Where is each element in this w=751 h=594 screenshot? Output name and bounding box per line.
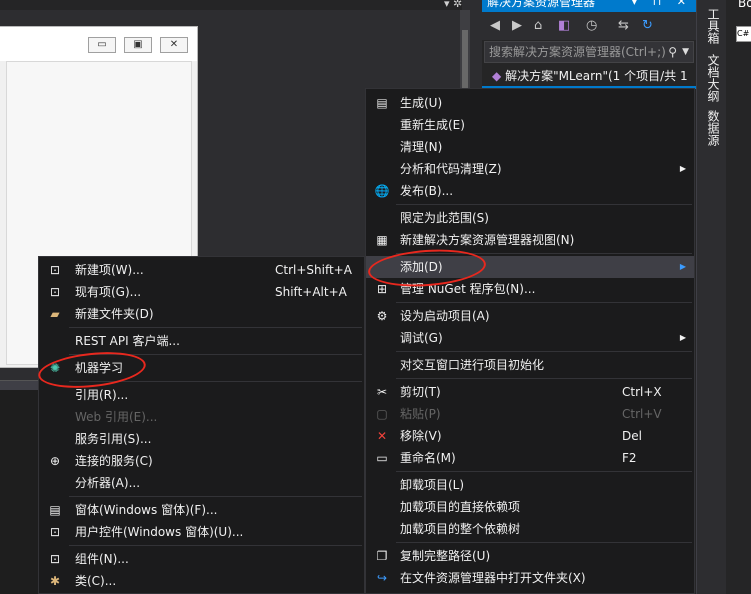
chevron-down-icon[interactable]: ▼ <box>682 42 689 62</box>
menu-separator <box>396 351 692 352</box>
menu-item-rebuild[interactable]: 重新生成(E) <box>366 114 694 136</box>
copy-icon: ❐ <box>376 549 388 563</box>
sync-icon[interactable]: ⇆ <box>618 18 629 33</box>
refresh-icon[interactable]: ↻ <box>642 18 653 33</box>
build-icon: ▤ <box>376 96 388 110</box>
menu-item-unload-project[interactable]: 卸载项目(L) <box>366 474 694 496</box>
switch-views-icon[interactable]: ◧ <box>558 18 570 33</box>
scrollbar-thumb[interactable] <box>462 30 468 90</box>
paste-icon: ▢ <box>376 407 388 421</box>
menu-separator <box>396 378 692 379</box>
menu-item-set-startup[interactable]: ⚙ 设为启动项目(A) <box>366 305 694 327</box>
properties-panel-edge: Bo C# <box>726 0 751 594</box>
properties-title: Bo <box>738 0 751 10</box>
menu-item-interactive-init[interactable]: 对交互窗口进行项目初始化 <box>366 354 694 376</box>
tab-data-sources[interactable]: 数据源 <box>705 110 722 146</box>
panel-window-buttons[interactable]: ▾ ⊓ ✕ <box>632 0 692 10</box>
menu-item-load-dep-tree[interactable]: 加载项目的整个依赖树 <box>366 518 694 540</box>
right-tool-strip: 工具箱 文档大纲 数据源 <box>696 0 726 594</box>
form-icon: ▤ <box>49 503 61 517</box>
forward-icon[interactable]: ▶ <box>512 18 522 33</box>
submenu-arrow-icon: ▶ <box>679 262 686 271</box>
new-folder-icon: ▰ <box>50 307 60 321</box>
menu-separator <box>69 496 362 497</box>
user-control-icon: ⊡ <box>49 525 61 539</box>
menu-item-remove[interactable]: ✕ 移除(V) Del <box>366 425 694 447</box>
tab-document-outline[interactable]: 文档大纲 <box>705 54 722 102</box>
home-icon[interactable]: ⌂ <box>534 18 542 33</box>
menu-item-build[interactable]: ▤ 生成(U) <box>366 92 694 114</box>
new-item-icon: ⊡ <box>49 263 61 277</box>
menu-separator <box>396 542 692 543</box>
menu-item-web-reference: Web 引用(E)... <box>75 410 158 424</box>
menu-item-new-solution-view[interactable]: ▦ 新建解决方案资源管理器视图(N) <box>366 229 694 251</box>
gear-icon: ⚙ <box>376 309 388 323</box>
panel-title: 解决方案资源管理器 <box>487 0 596 9</box>
menu-item-existing-item[interactable]: ⊡ 现有项(G)... Shift+Alt+A <box>39 281 364 303</box>
menu-item-new-item[interactable]: ⊡ 新建项(W)... Ctrl+Shift+A <box>39 259 364 281</box>
publish-icon: 🌐 <box>374 184 390 198</box>
menu-item-open-in-explorer[interactable]: ↪ 在文件资源管理器中打开文件夹(X) <box>366 567 694 589</box>
menu-item-cut[interactable]: ✂ 剪切(T) Ctrl+X <box>366 381 694 403</box>
tree-node-solution[interactable]: ◆ 解决方案"MLearn"(1 个项目/共 1 <box>484 66 696 86</box>
menu-item-copy-full-path[interactable]: ❐ 复制完整路径(U) <box>366 545 694 567</box>
menu-item-windows-form[interactable]: ▤ 窗体(Windows 窗体)(F)... <box>39 499 364 521</box>
search-icon[interactable]: ⚲ <box>668 42 677 62</box>
pending-changes-icon[interactable]: ◷ <box>586 18 597 33</box>
submenu-arrow-icon: ▶ <box>679 164 686 173</box>
existing-item-icon: ⊡ <box>49 285 61 299</box>
maximize-icon: ▣ <box>124 37 152 53</box>
project-context-menu: ▤ 生成(U) 重新生成(E) 清理(N) 分析和代码清理(Z) ▶ 🌐 发布(… <box>365 88 695 594</box>
menu-separator <box>69 545 362 546</box>
menu-item-debug[interactable]: 调试(G) ▶ <box>366 327 694 349</box>
submenu-arrow-icon: ▶ <box>679 333 686 342</box>
menu-item-clean[interactable]: 清理(N) <box>366 136 694 158</box>
cut-icon: ✂ <box>376 385 388 399</box>
menu-separator <box>69 327 362 328</box>
solution-node-label: 解决方案"MLearn"(1 个项目/共 1 <box>505 69 688 83</box>
menu-item-scope-to-this[interactable]: 限定为此范围(S) <box>366 207 694 229</box>
designer-tab-strip <box>0 0 462 10</box>
solution-icon: ◆ <box>492 69 502 83</box>
solution-explorer-titlebar: 解决方案资源管理器 ▾ ⊓ ✕ <box>482 0 696 12</box>
menu-separator <box>396 471 692 472</box>
close-icon: ✕ <box>160 37 188 53</box>
search-placeholder: 搜索解决方案资源管理器(Ctrl+;) <box>489 45 666 59</box>
menu-item-publish[interactable]: 🌐 发布(B)... <box>366 180 694 202</box>
connected-service-icon: ⊕ <box>49 454 61 468</box>
menu-item-user-control[interactable]: ⊡ 用户控件(Windows 窗体)(U)... <box>39 521 364 543</box>
minimize-icon: ▭ <box>88 37 116 53</box>
menu-item-component[interactable]: ⊡ 组件(N)... <box>39 548 364 570</box>
menu-item-analyzer[interactable]: 分析器(A)... <box>39 472 364 494</box>
new-view-icon: ▦ <box>376 233 388 247</box>
menu-separator <box>396 204 692 205</box>
add-submenu: ⊡ 新建项(W)... Ctrl+Shift+A ⊡ 现有项(G)... Shi… <box>38 256 365 594</box>
menu-item-load-direct-deps[interactable]: 加载项目的直接依赖项 <box>366 496 694 518</box>
menu-item-new-folder[interactable]: ▰ 新建文件夹(D) <box>39 303 364 325</box>
menu-item-rename[interactable]: ▭ 重命名(M) F2 <box>366 447 694 469</box>
menu-item-service-reference[interactable]: 服务引用(S)... <box>39 428 364 450</box>
properties-icon: C# <box>736 26 751 42</box>
solution-explorer-toolbar: ◀ ▶ ⌂ ◧ ◷ ⇆ ↻ <box>482 12 696 40</box>
menu-item-analyze[interactable]: 分析和代码清理(Z) ▶ <box>366 158 694 180</box>
component-icon: ⊡ <box>49 552 61 566</box>
menu-item-paste: ▢ 粘贴(P) Ctrl+V <box>366 403 694 425</box>
back-icon[interactable]: ◀ <box>490 18 500 33</box>
menu-item-connected-service[interactable]: ⊕ 连接的服务(C) <box>39 450 364 472</box>
remove-icon: ✕ <box>376 429 388 443</box>
menu-item-rest-api-client[interactable]: REST API 客户端... <box>39 330 364 352</box>
class-icon: ✱ <box>49 574 61 588</box>
tab-toolbox[interactable]: 工具箱 <box>705 8 722 44</box>
folder-open-icon: ↪ <box>376 571 388 585</box>
menu-item-class[interactable]: ✱ 类(C)... <box>39 570 364 592</box>
solution-explorer-search-input[interactable]: 搜索解决方案资源管理器(Ctrl+;) ⚲ ▼ <box>484 41 694 63</box>
form-titlebar: ▭ ▣ ✕ <box>0 27 197 61</box>
menu-separator <box>396 302 692 303</box>
rename-icon: ▭ <box>376 451 388 465</box>
tab-overflow-icon[interactable]: ▾ ✲ <box>444 0 462 10</box>
